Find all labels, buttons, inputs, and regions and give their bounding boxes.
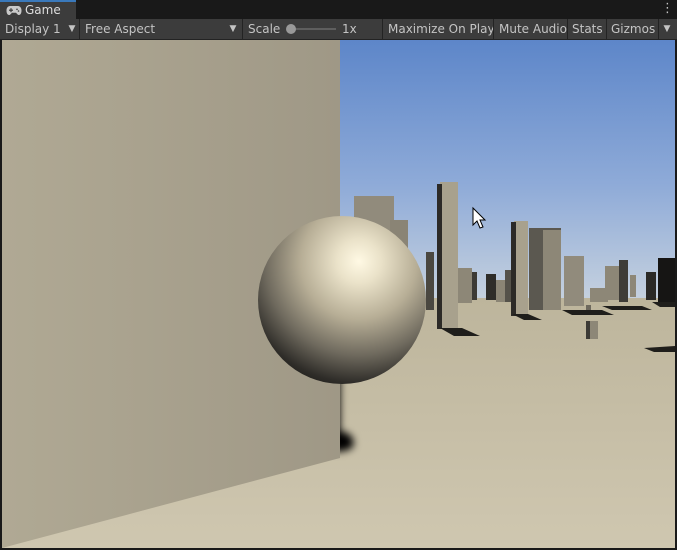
display-label: Display 1 xyxy=(5,22,61,36)
mute-audio-toggle[interactable]: Mute Audio xyxy=(494,19,568,39)
scale-label: Scale xyxy=(248,22,281,36)
stats-label: Stats xyxy=(572,22,603,36)
stats-toggle[interactable]: Stats xyxy=(568,19,607,39)
sphere xyxy=(258,216,426,384)
tab-bar: Game ⋮ xyxy=(0,0,677,19)
game-viewport[interactable] xyxy=(2,40,675,548)
scale-slider-thumb[interactable] xyxy=(286,24,296,34)
game-scene xyxy=(2,40,675,548)
maximize-on-play-label: Maximize On Play xyxy=(388,22,494,36)
chevron-down-icon: ▼ xyxy=(229,24,237,34)
game-toolbar: Display 1 ▼ Free Aspect ▼ Scale 1x Maxim… xyxy=(0,19,677,40)
scale-value: 1x xyxy=(342,22,357,36)
aspect-dropdown[interactable]: Free Aspect ▼ xyxy=(80,19,243,39)
gamepad-icon xyxy=(6,6,22,15)
gizmos-dropdown[interactable]: ▼ xyxy=(659,19,677,39)
aspect-label: Free Aspect xyxy=(85,22,156,36)
tab-label: Game xyxy=(25,3,61,17)
tab-game[interactable]: Game xyxy=(0,0,76,19)
chevron-down-icon: ▼ xyxy=(68,24,76,34)
gizmos-label: Gizmos xyxy=(611,22,656,36)
gizmos-toggle[interactable]: Gizmos xyxy=(607,19,659,39)
kebab-menu-icon[interactable]: ⋮ xyxy=(661,1,674,17)
display-dropdown[interactable]: Display 1 ▼ xyxy=(0,19,80,39)
mute-audio-label: Mute Audio xyxy=(499,22,567,36)
chevron-down-icon: ▼ xyxy=(663,24,671,34)
maximize-on-play-toggle[interactable]: Maximize On Play xyxy=(383,19,494,39)
